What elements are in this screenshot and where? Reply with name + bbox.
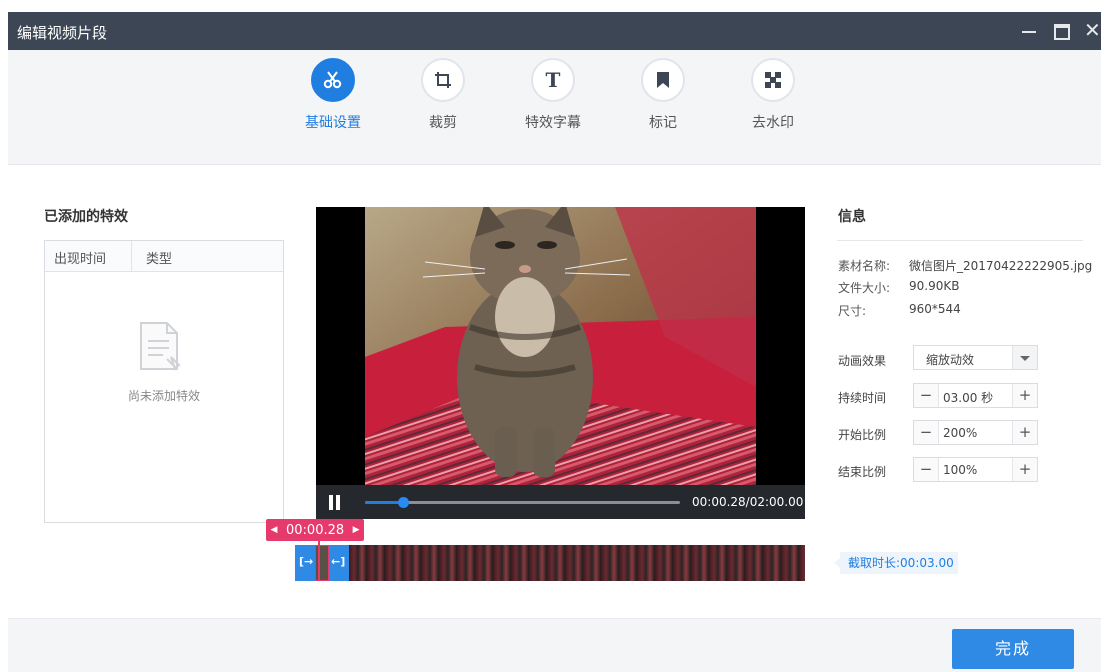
- left-edge: [0, 0, 8, 672]
- info-title: 信息: [838, 209, 866, 225]
- playhead-line: [318, 541, 320, 581]
- effects-table-header: 出现时间 类型: [45, 241, 283, 272]
- tab-label: 基础设置: [305, 115, 361, 131]
- window-title: 编辑视频片段: [17, 24, 108, 42]
- minus-icon[interactable]: −: [914, 421, 939, 444]
- file-size-value: 90.90KB: [909, 279, 960, 293]
- animation-value: 缩放动效: [926, 353, 975, 367]
- text-icon: T: [531, 58, 575, 102]
- footer: 完成: [8, 618, 1101, 672]
- start-scale-value[interactable]: 200%: [943, 426, 977, 440]
- chevron-down-icon[interactable]: [1012, 346, 1037, 369]
- video-preview-cat: [365, 207, 756, 485]
- effects-title: 已添加的特效: [44, 209, 128, 225]
- tab-label: 特效字幕: [525, 115, 581, 131]
- file-name-value: 微信图片_20170422222905.jpg: [909, 259, 1093, 273]
- progress-knob[interactable]: [397, 497, 409, 508]
- effects-table: 出现时间 类型 尚未添加特效: [44, 240, 284, 523]
- toolbar: 基础设置 裁剪 T 特效字幕 标记 去水印: [8, 50, 1101, 165]
- column-header: 类型: [146, 252, 173, 267]
- playhead-time: 00:00.28: [286, 522, 345, 538]
- tab-label: 标记: [649, 115, 677, 131]
- empty-effects-text: 尚未添加特效: [127, 389, 200, 403]
- info-divider: [837, 240, 1083, 241]
- scissors-icon: [311, 58, 355, 102]
- end-scale-label: 结束比例: [838, 465, 887, 479]
- duration-stepper[interactable]: − 03.00 秒 +: [913, 383, 1038, 408]
- remove-watermark-icon: [751, 58, 795, 102]
- edit-clip-dialog: 编辑视频片段 ✕ 基础设置 裁剪 T 特效字幕 标记 去水印 已添加的特效 出现…: [8, 12, 1101, 672]
- end-scale-value[interactable]: 100%: [943, 463, 977, 477]
- animation-select[interactable]: 缩放动效: [913, 345, 1038, 370]
- playhead-marker[interactable]: ◀ 00:00.28 ▶: [266, 519, 365, 541]
- tab-effect-subtitles[interactable]: T 特效字幕: [513, 58, 593, 132]
- column-header: 出现时间: [54, 252, 107, 267]
- title-bar: 编辑视频片段 ✕: [8, 12, 1101, 50]
- clip-duration-tag: 截取时长:00:03.00: [834, 552, 958, 574]
- maximize-icon[interactable]: [1051, 20, 1073, 42]
- minus-icon[interactable]: −: [914, 384, 939, 407]
- animation-label: 动画效果: [838, 354, 887, 368]
- filmstrip[interactable]: [295, 545, 805, 581]
- tab-remove-watermark[interactable]: 去水印: [733, 58, 813, 132]
- range-end-icon[interactable]: ←]: [331, 555, 345, 569]
- bookmark-icon: [641, 58, 685, 102]
- done-button[interactable]: 完成: [952, 629, 1074, 669]
- tab-label: 去水印: [752, 115, 794, 131]
- player-controls: 00:00.28/02:00.00: [316, 485, 805, 519]
- dimensions-label: 尺寸:: [838, 304, 867, 318]
- plus-icon[interactable]: +: [1012, 421, 1037, 444]
- tab-mark[interactable]: 标记: [623, 58, 703, 132]
- file-name-label: 素材名称:: [838, 259, 891, 273]
- plus-icon[interactable]: +: [1012, 384, 1037, 407]
- video-player: 00:00.28/02:00.00: [316, 207, 805, 519]
- step-back-icon[interactable]: ◀: [266, 525, 282, 535]
- crop-icon: [421, 58, 465, 102]
- step-forward-icon[interactable]: ▶: [348, 525, 364, 535]
- minimize-icon[interactable]: [1018, 20, 1040, 42]
- progress-slider[interactable]: [365, 497, 680, 508]
- start-scale-stepper[interactable]: − 200% +: [913, 420, 1038, 445]
- tab-label: 裁剪: [429, 115, 457, 131]
- timecode: 00:00.28/02:00.00: [692, 495, 804, 509]
- plus-icon[interactable]: +: [1012, 458, 1037, 481]
- duration-value[interactable]: 03.00 秒: [943, 389, 993, 406]
- dimensions-value: 960*544: [909, 302, 961, 316]
- end-scale-stepper[interactable]: − 100% +: [913, 457, 1038, 482]
- tab-crop[interactable]: 裁剪: [403, 58, 483, 132]
- column-divider: [131, 241, 132, 271]
- minus-icon[interactable]: −: [914, 458, 939, 481]
- tab-basic-settings[interactable]: 基础设置: [293, 58, 373, 132]
- duration-label: 持续时间: [838, 391, 887, 405]
- start-scale-label: 开始比例: [838, 428, 887, 442]
- pause-icon[interactable]: [328, 495, 342, 510]
- filmstrip-frames: [349, 545, 805, 581]
- file-size-label: 文件大小:: [838, 281, 891, 295]
- empty-document-icon: [139, 321, 183, 376]
- range-start-icon[interactable]: [→: [299, 555, 313, 569]
- close-icon[interactable]: ✕: [1084, 20, 1101, 42]
